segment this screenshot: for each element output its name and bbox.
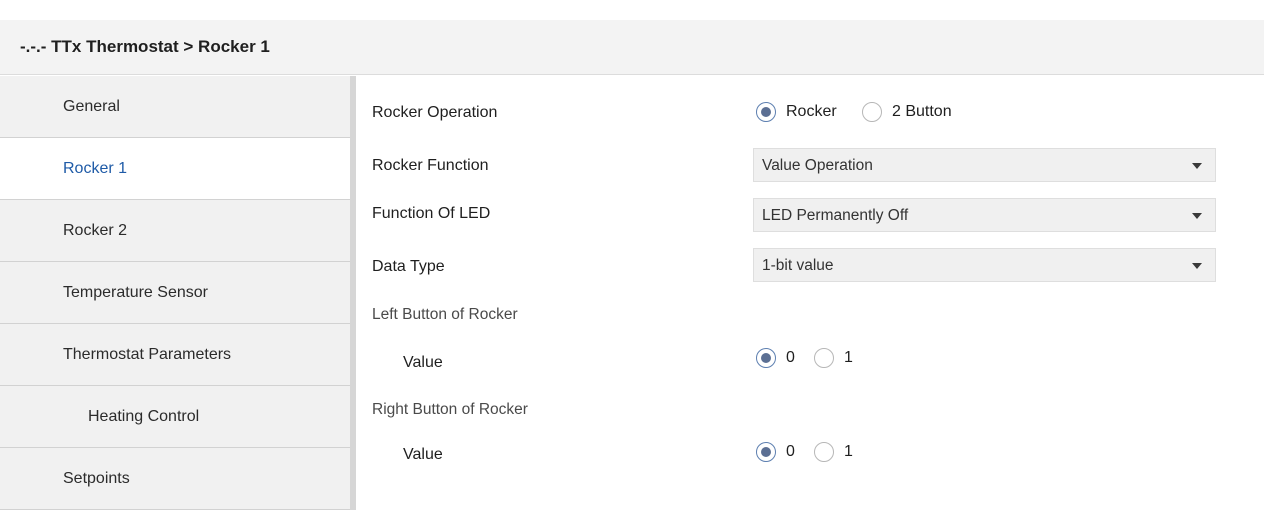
sidebar-item-setpoints[interactable]: Setpoints bbox=[0, 448, 350, 510]
chevron-down-icon bbox=[1192, 163, 1202, 169]
sidebar-item-temperature-sensor[interactable]: Temperature Sensor bbox=[0, 262, 350, 324]
right-value-0-radio[interactable] bbox=[756, 442, 776, 462]
left-value-0-label[interactable]: 0 bbox=[786, 349, 795, 367]
right-value-0-label[interactable]: 0 bbox=[786, 443, 795, 461]
rocker-function-select[interactable]: Value Operation bbox=[753, 148, 1216, 182]
sidebar-item-thermostat-parameters[interactable]: Thermostat Parameters bbox=[0, 324, 350, 386]
left-button-section-label: Left Button of Rocker bbox=[372, 306, 518, 323]
left-button-value-label: Value bbox=[403, 354, 443, 371]
rocker-operation-label: Rocker Operation bbox=[372, 104, 498, 121]
function-of-led-label: Function Of LED bbox=[372, 205, 491, 222]
left-value-1-radio[interactable] bbox=[814, 348, 834, 368]
data-type-value: 1-bit value bbox=[762, 257, 834, 274]
sidebar-item-label: Rocker 1 bbox=[63, 160, 128, 177]
data-type-label: Data Type bbox=[372, 258, 445, 275]
rocker-function-label: Rocker Function bbox=[372, 157, 489, 174]
rocker-function-value: Value Operation bbox=[762, 157, 873, 174]
sidebar-item-label: Setpoints bbox=[63, 470, 130, 487]
right-value-1-label[interactable]: 1 bbox=[844, 443, 853, 461]
chevron-down-icon bbox=[1192, 213, 1202, 219]
sidebar-item-label: Heating Control bbox=[88, 408, 200, 425]
right-value-1-radio[interactable] bbox=[814, 442, 834, 462]
rocker-radio[interactable] bbox=[756, 102, 776, 122]
sidebar-item-rocker-1[interactable]: Rocker 1 bbox=[0, 138, 350, 200]
two-button-radio[interactable] bbox=[862, 102, 882, 122]
left-value-1-label[interactable]: 1 bbox=[844, 349, 853, 367]
data-type-select[interactable]: 1-bit value bbox=[753, 248, 1216, 282]
sidebar: General Rocker 1 Rocker 2 Temperature Se… bbox=[0, 76, 350, 510]
rocker-radio-label[interactable]: Rocker bbox=[786, 103, 837, 121]
sidebar-item-heating-control[interactable]: Heating Control bbox=[0, 386, 350, 448]
right-button-value-label: Value bbox=[403, 446, 443, 463]
page-title: -.-.- TTx Thermostat > Rocker 1 bbox=[20, 37, 270, 56]
function-of-led-value: LED Permanently Off bbox=[762, 207, 909, 224]
sidebar-splitter[interactable] bbox=[350, 76, 356, 510]
sidebar-item-label: General bbox=[63, 98, 120, 115]
sidebar-item-rocker-2[interactable]: Rocker 2 bbox=[0, 200, 350, 262]
chevron-down-icon bbox=[1192, 263, 1202, 269]
function-of-led-select[interactable]: LED Permanently Off bbox=[753, 198, 1216, 232]
two-button-radio-label[interactable]: 2 Button bbox=[892, 103, 952, 121]
sidebar-item-general[interactable]: General bbox=[0, 76, 350, 138]
left-value-0-radio[interactable] bbox=[756, 348, 776, 368]
right-button-section-label: Right Button of Rocker bbox=[372, 401, 528, 418]
sidebar-item-label: Rocker 2 bbox=[63, 222, 128, 239]
page-header: -.-.- TTx Thermostat > Rocker 1 bbox=[0, 20, 1264, 75]
sidebar-item-label: Temperature Sensor bbox=[63, 284, 208, 301]
sidebar-item-label: Thermostat Parameters bbox=[63, 346, 232, 363]
